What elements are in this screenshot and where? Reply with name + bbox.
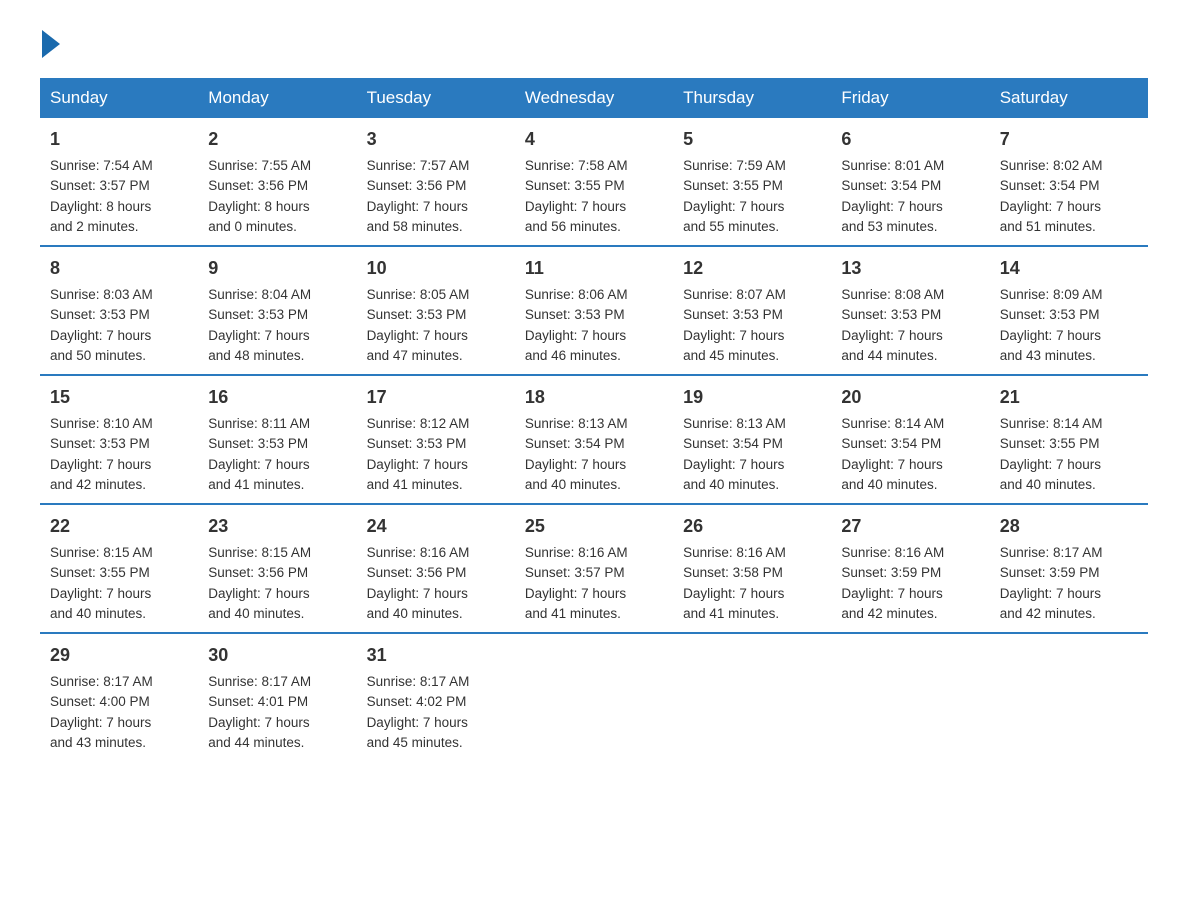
day-number: 11 [525,255,663,282]
calendar-cell: 23Sunrise: 8:15 AMSunset: 3:56 PMDayligh… [198,504,356,633]
day-number: 6 [841,126,979,153]
day-number: 13 [841,255,979,282]
calendar-cell: 3Sunrise: 7:57 AMSunset: 3:56 PMDaylight… [357,118,515,246]
calendar-cell: 8Sunrise: 8:03 AMSunset: 3:53 PMDaylight… [40,246,198,375]
day-number: 1 [50,126,188,153]
day-number: 5 [683,126,821,153]
day-number: 14 [1000,255,1138,282]
day-number: 20 [841,384,979,411]
calendar-cell: 30Sunrise: 8:17 AMSunset: 4:01 PMDayligh… [198,633,356,761]
calendar-week-row: 8Sunrise: 8:03 AMSunset: 3:53 PMDaylight… [40,246,1148,375]
calendar-cell [831,633,989,761]
calendar-table: SundayMondayTuesdayWednesdayThursdayFrid… [40,78,1148,761]
day-number: 21 [1000,384,1138,411]
logo-arrow-icon [42,30,60,58]
day-number: 23 [208,513,346,540]
day-number: 16 [208,384,346,411]
calendar-cell: 6Sunrise: 8:01 AMSunset: 3:54 PMDaylight… [831,118,989,246]
calendar-week-row: 15Sunrise: 8:10 AMSunset: 3:53 PMDayligh… [40,375,1148,504]
day-number: 19 [683,384,821,411]
calendar-cell: 22Sunrise: 8:15 AMSunset: 3:55 PMDayligh… [40,504,198,633]
calendar-cell: 13Sunrise: 8:08 AMSunset: 3:53 PMDayligh… [831,246,989,375]
calendar-week-row: 1Sunrise: 7:54 AMSunset: 3:57 PMDaylight… [40,118,1148,246]
day-number: 30 [208,642,346,669]
day-of-week-header: Wednesday [515,78,673,118]
day-number: 18 [525,384,663,411]
logo [40,30,62,58]
day-of-week-header: Monday [198,78,356,118]
day-number: 31 [367,642,505,669]
day-number: 7 [1000,126,1138,153]
day-number: 22 [50,513,188,540]
day-number: 28 [1000,513,1138,540]
calendar-cell: 31Sunrise: 8:17 AMSunset: 4:02 PMDayligh… [357,633,515,761]
day-number: 9 [208,255,346,282]
calendar-cell: 29Sunrise: 8:17 AMSunset: 4:00 PMDayligh… [40,633,198,761]
calendar-cell: 15Sunrise: 8:10 AMSunset: 3:53 PMDayligh… [40,375,198,504]
calendar-cell: 1Sunrise: 7:54 AMSunset: 3:57 PMDaylight… [40,118,198,246]
calendar-cell: 18Sunrise: 8:13 AMSunset: 3:54 PMDayligh… [515,375,673,504]
day-number: 8 [50,255,188,282]
day-number: 17 [367,384,505,411]
calendar-cell: 4Sunrise: 7:58 AMSunset: 3:55 PMDaylight… [515,118,673,246]
calendar-cell: 20Sunrise: 8:14 AMSunset: 3:54 PMDayligh… [831,375,989,504]
calendar-cell: 7Sunrise: 8:02 AMSunset: 3:54 PMDaylight… [990,118,1148,246]
calendar-cell: 11Sunrise: 8:06 AMSunset: 3:53 PMDayligh… [515,246,673,375]
calendar-cell: 10Sunrise: 8:05 AMSunset: 3:53 PMDayligh… [357,246,515,375]
day-number: 3 [367,126,505,153]
calendar-cell: 19Sunrise: 8:13 AMSunset: 3:54 PMDayligh… [673,375,831,504]
day-number: 10 [367,255,505,282]
calendar-week-row: 22Sunrise: 8:15 AMSunset: 3:55 PMDayligh… [40,504,1148,633]
day-number: 26 [683,513,821,540]
calendar-cell [515,633,673,761]
day-number: 29 [50,642,188,669]
calendar-cell: 27Sunrise: 8:16 AMSunset: 3:59 PMDayligh… [831,504,989,633]
day-number: 2 [208,126,346,153]
calendar-cell [990,633,1148,761]
calendar-cell: 14Sunrise: 8:09 AMSunset: 3:53 PMDayligh… [990,246,1148,375]
calendar-cell: 24Sunrise: 8:16 AMSunset: 3:56 PMDayligh… [357,504,515,633]
day-of-week-header: Friday [831,78,989,118]
calendar-cell: 28Sunrise: 8:17 AMSunset: 3:59 PMDayligh… [990,504,1148,633]
calendar-cell: 16Sunrise: 8:11 AMSunset: 3:53 PMDayligh… [198,375,356,504]
day-number: 25 [525,513,663,540]
day-of-week-header: Tuesday [357,78,515,118]
calendar-cell: 12Sunrise: 8:07 AMSunset: 3:53 PMDayligh… [673,246,831,375]
calendar-week-row: 29Sunrise: 8:17 AMSunset: 4:00 PMDayligh… [40,633,1148,761]
calendar-cell: 17Sunrise: 8:12 AMSunset: 3:53 PMDayligh… [357,375,515,504]
day-number: 4 [525,126,663,153]
calendar-cell [673,633,831,761]
calendar-cell: 25Sunrise: 8:16 AMSunset: 3:57 PMDayligh… [515,504,673,633]
day-number: 27 [841,513,979,540]
day-number: 12 [683,255,821,282]
day-number: 24 [367,513,505,540]
calendar-header-row: SundayMondayTuesdayWednesdayThursdayFrid… [40,78,1148,118]
day-of-week-header: Saturday [990,78,1148,118]
calendar-cell: 21Sunrise: 8:14 AMSunset: 3:55 PMDayligh… [990,375,1148,504]
day-number: 15 [50,384,188,411]
day-of-week-header: Sunday [40,78,198,118]
day-of-week-header: Thursday [673,78,831,118]
calendar-cell: 5Sunrise: 7:59 AMSunset: 3:55 PMDaylight… [673,118,831,246]
page-header [40,30,1148,58]
calendar-cell: 2Sunrise: 7:55 AMSunset: 3:56 PMDaylight… [198,118,356,246]
calendar-cell: 9Sunrise: 8:04 AMSunset: 3:53 PMDaylight… [198,246,356,375]
calendar-cell: 26Sunrise: 8:16 AMSunset: 3:58 PMDayligh… [673,504,831,633]
